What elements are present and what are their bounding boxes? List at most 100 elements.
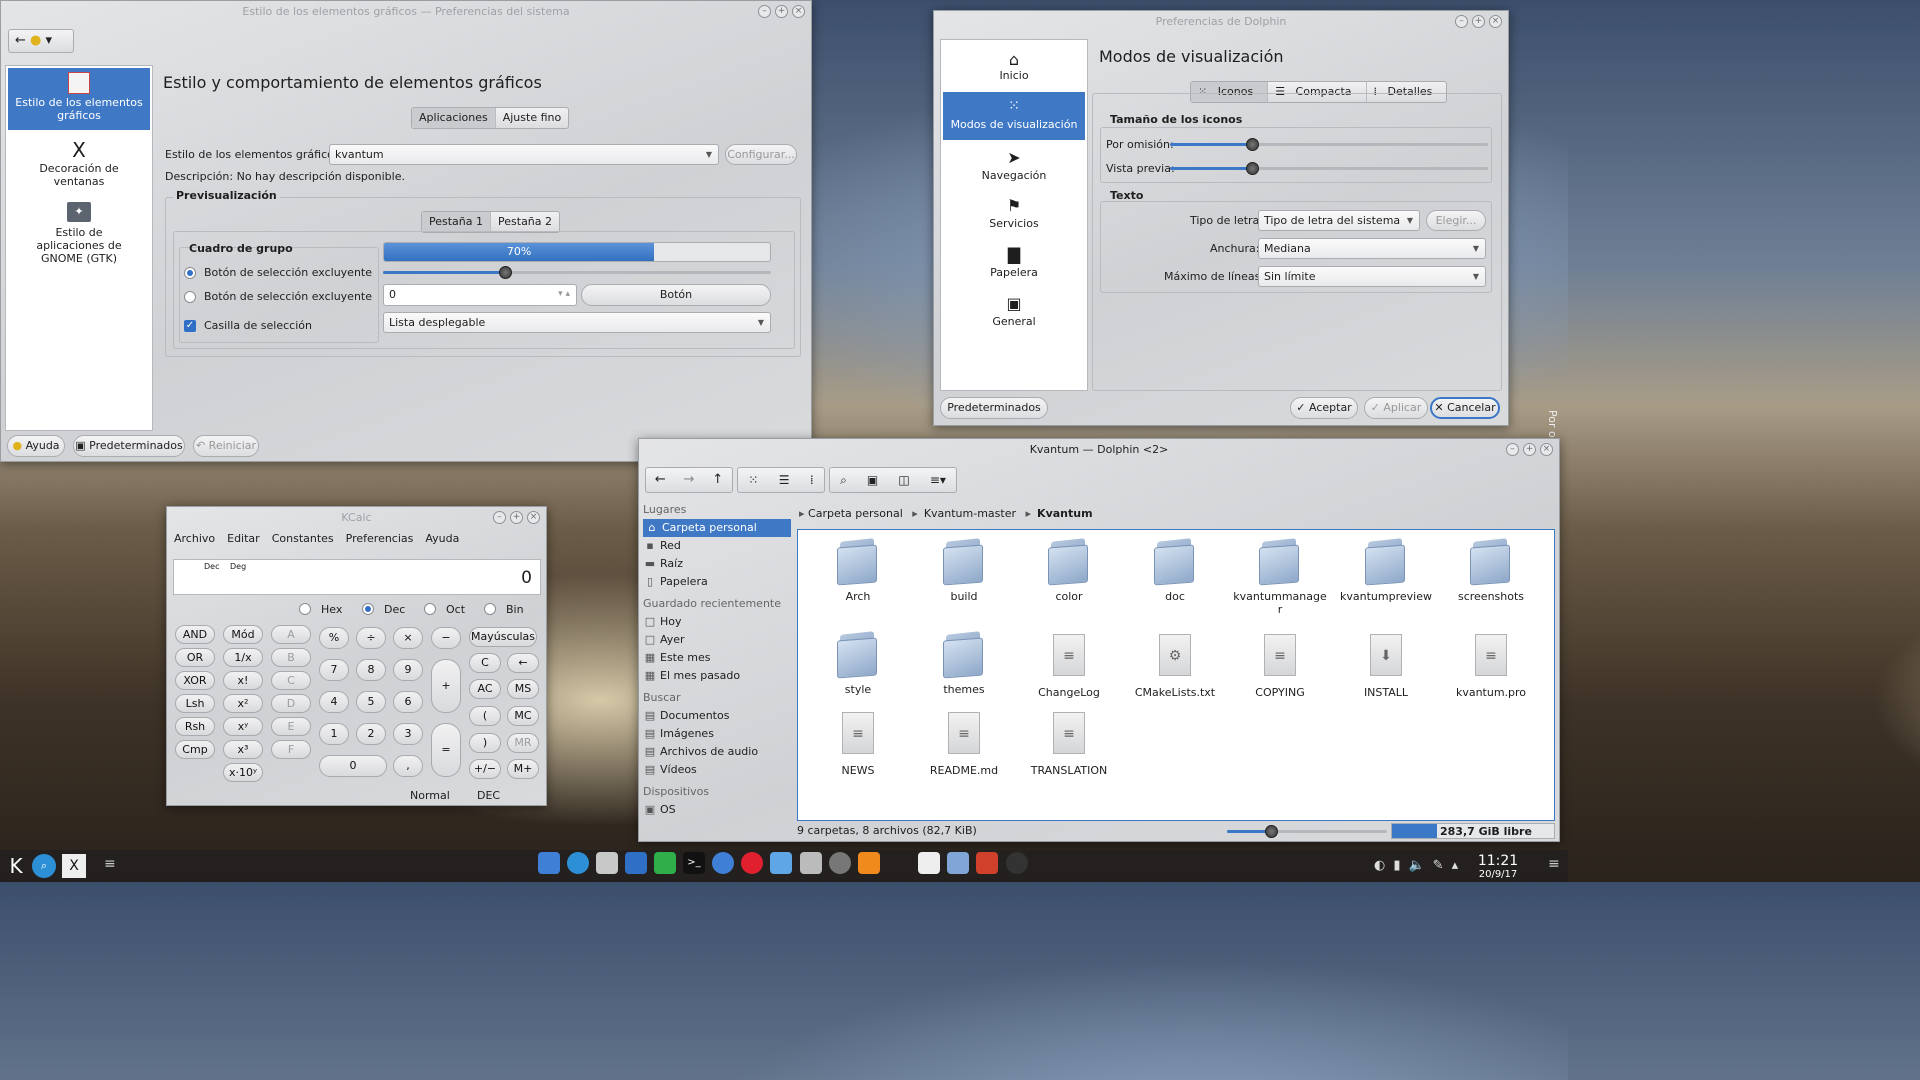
configure-button[interactable]: Configurar... (725, 144, 797, 165)
nav-item-services[interactable]: ⚑ Servicios (943, 196, 1085, 230)
x-icon[interactable]: X (62, 854, 86, 878)
recent-this-month[interactable]: ▦ Este mes (643, 649, 791, 667)
place-root[interactable]: ▬ Raíz (643, 555, 791, 573)
crumb-kvantum[interactable]: Kvantum (1037, 507, 1093, 520)
folder-item[interactable]: themes (916, 631, 1012, 696)
key-open-paren[interactable]: ( (469, 706, 501, 726)
search-images[interactable]: ▤ Imágenes (643, 725, 791, 743)
menu-icon[interactable]: ≡ (104, 856, 116, 872)
device-os[interactable]: ▣ OS (643, 801, 791, 819)
key-lsh[interactable]: Lsh (175, 694, 215, 713)
max-lines-combo[interactable]: Sin límite ▼ (1258, 266, 1486, 287)
weather-icon[interactable] (596, 852, 618, 874)
key-9[interactable]: 9 (393, 659, 423, 681)
titlebar[interactable]: Preferencias de Dolphin – + × (934, 11, 1508, 33)
key-cmp[interactable]: Cmp (175, 740, 215, 759)
key-hex-d[interactable]: D (271, 694, 311, 713)
clock-app-icon[interactable] (1006, 852, 1028, 874)
maximize-button[interactable]: + (775, 5, 788, 18)
menu-icon[interactable]: ≡▾ (930, 468, 946, 492)
key-or[interactable]: OR (175, 648, 215, 667)
titlebar[interactable]: Estilo de los elementos gráficos — Prefe… (1, 1, 811, 23)
titlebar[interactable]: Kvantum — Dolphin <2> – + × (639, 439, 1559, 461)
key-hex-f[interactable]: F (271, 740, 311, 759)
writer-icon[interactable] (625, 852, 647, 874)
panel-menu-icon[interactable]: ≡ (1548, 856, 1560, 872)
back-arrow-icon[interactable]: ← (655, 468, 666, 492)
search-videos[interactable]: ▤ Vídeos (643, 761, 791, 779)
thunderbird-icon[interactable] (712, 852, 734, 874)
nav-item-trash[interactable]: ▇ Papelera (943, 245, 1085, 279)
nav-item-view-modes[interactable]: ⁙ Modos de visualización (943, 92, 1085, 140)
key-0[interactable]: 0 (319, 755, 387, 777)
slider-handle[interactable] (1246, 162, 1259, 175)
recent-last-month[interactable]: ▦ El mes pasado (643, 667, 791, 685)
crumb-kvantum-master[interactable]: Kvantum-master (924, 507, 1016, 520)
key-negate[interactable]: +/− (469, 759, 501, 779)
minimize-button[interactable]: – (493, 511, 506, 524)
folder-item[interactable]: doc (1127, 538, 1223, 603)
preview-size-slider[interactable] (1170, 162, 1488, 175)
key-exp[interactable]: x·10ʸ (223, 763, 263, 782)
key-clear[interactable]: C (469, 653, 501, 673)
file-item[interactable]: ≡ README.md (916, 712, 1012, 777)
gimp-icon[interactable] (800, 852, 822, 874)
search-icon[interactable]: ⌕ (840, 468, 847, 492)
choose-font-button[interactable]: Elegir... (1426, 210, 1486, 231)
menu-preferencias[interactable]: Preferencias (346, 532, 414, 545)
key-close-paren[interactable]: ) (469, 733, 501, 753)
key-cube[interactable]: x³ (223, 740, 263, 759)
key-comma[interactable]: , (393, 755, 423, 777)
radio-dec[interactable] (362, 603, 374, 615)
nav-item-general[interactable]: ▣ General (943, 294, 1085, 328)
search-icon[interactable]: ⌕ (32, 854, 56, 878)
key-m-plus[interactable]: M+ (507, 759, 539, 779)
key-mr[interactable]: MR (507, 733, 539, 753)
checkbox[interactable]: ✓ (184, 320, 196, 332)
key-5[interactable]: 5 (356, 691, 386, 713)
folder-item[interactable]: color (1021, 538, 1117, 603)
menu-ayuda[interactable]: Ayuda (425, 532, 459, 545)
close-button[interactable]: × (1540, 443, 1553, 456)
tab-fine-tuning[interactable]: Ajuste fino (496, 108, 569, 128)
key-all-clear[interactable]: AC (469, 679, 501, 699)
sidebar-item-window-decoration[interactable]: X Decoración de ventanas (8, 138, 150, 188)
folder-item[interactable]: kvantumpreview (1338, 538, 1434, 603)
key-4[interactable]: 4 (319, 691, 349, 713)
folder-item[interactable]: style (810, 631, 906, 696)
file-item[interactable]: ⬇ INSTALL (1338, 634, 1434, 699)
radio-button-1[interactable] (184, 267, 196, 279)
radio-bin[interactable] (484, 603, 496, 615)
file-item[interactable]: ≡ COPYING (1232, 634, 1328, 699)
key-rsh[interactable]: Rsh (175, 717, 215, 736)
ok-button[interactable]: ✓ Aceptar (1290, 397, 1358, 419)
forward-arrow-icon[interactable]: → (684, 468, 695, 492)
key-1[interactable]: 1 (319, 723, 349, 745)
recent-yesterday[interactable]: □ Ayer (643, 631, 791, 649)
slider-handle[interactable] (499, 266, 512, 279)
close-button[interactable]: × (792, 5, 805, 18)
key-xor[interactable]: XOR (175, 671, 215, 690)
nav-item-home[interactable]: ⌂ Inicio (943, 50, 1085, 82)
icons-view-icon[interactable]: ⁙ (748, 468, 758, 492)
key-mod[interactable]: Mód (223, 625, 263, 644)
defaults-button[interactable]: ▣ Predeterminados (73, 435, 185, 457)
place-network[interactable]: ▪ Red (643, 537, 791, 555)
key-equals[interactable]: = (431, 723, 461, 777)
slider-handle[interactable] (1246, 138, 1259, 151)
cancel-button[interactable]: ✕ Cancelar (1430, 397, 1500, 419)
style-combo[interactable]: kvantum ▼ (329, 144, 719, 165)
maximize-button[interactable]: + (510, 511, 523, 524)
key-6[interactable]: 6 (393, 691, 423, 713)
spreadsheet-icon[interactable] (654, 852, 676, 874)
search-audio[interactable]: ▤ Archivos de audio (643, 743, 791, 761)
maximize-button[interactable]: + (1523, 443, 1536, 456)
key-divide[interactable]: ÷ (356, 627, 386, 649)
folder-item[interactable]: build (916, 538, 1012, 603)
recent-today[interactable]: □ Hoy (643, 613, 791, 631)
default-size-slider[interactable] (1170, 138, 1488, 151)
key-8[interactable]: 8 (356, 659, 386, 681)
key-multiply[interactable]: × (393, 627, 423, 649)
tab-preview-1[interactable]: Pestaña 1 (422, 212, 492, 232)
up-arrow-icon[interactable]: ↑ (712, 468, 723, 492)
